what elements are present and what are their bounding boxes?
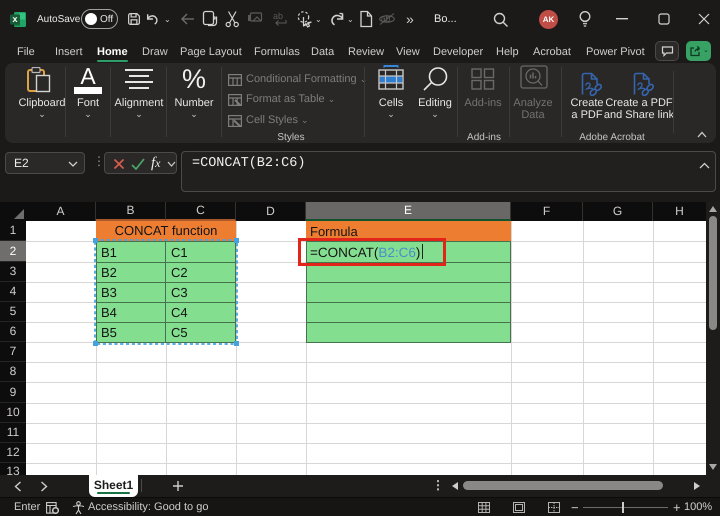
- svg-text:ab: ab: [273, 11, 283, 21]
- svg-text:x: x: [12, 14, 17, 24]
